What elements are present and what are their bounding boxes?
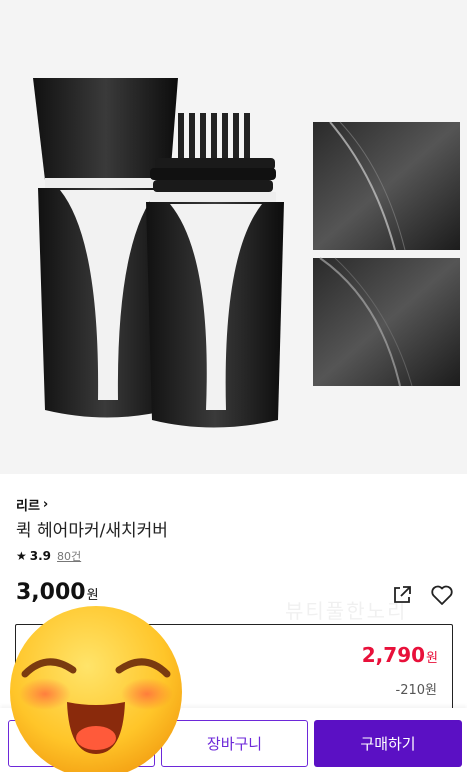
brand-name: 리르 bbox=[16, 499, 40, 514]
product-photo bbox=[33, 78, 460, 428]
price-amount: 3,000 bbox=[16, 580, 86, 605]
chevron-right-icon: › bbox=[42, 497, 49, 512]
price: 3,000 원 bbox=[16, 580, 99, 605]
product-title: 퀵 헤어마커/새치커버 bbox=[16, 521, 168, 541]
coupon-discount: -210원 bbox=[395, 683, 437, 698]
share-icon[interactable] bbox=[391, 584, 413, 606]
price-unit: 원 bbox=[86, 588, 99, 603]
coupon-price: 2,790 원 bbox=[362, 643, 438, 667]
coupon-price-unit: 원 bbox=[426, 651, 438, 666]
heart-icon[interactable] bbox=[430, 584, 454, 606]
rating-row: ★ 3.9 80건 bbox=[16, 548, 81, 564]
review-count-link[interactable]: 80건 bbox=[57, 548, 81, 564]
watermark: 뷰티풀한노리 bbox=[285, 599, 408, 623]
laughing-face-emoji-icon bbox=[10, 606, 182, 772]
star-icon: ★ bbox=[16, 549, 27, 563]
brand-link[interactable]: 리르 › bbox=[16, 495, 48, 514]
rating-score: 3.9 bbox=[29, 549, 52, 563]
buy-button[interactable]: 구매하기 bbox=[314, 720, 462, 767]
coupon-price-amount: 2,790 bbox=[361, 643, 426, 667]
product-image bbox=[0, 0, 467, 474]
